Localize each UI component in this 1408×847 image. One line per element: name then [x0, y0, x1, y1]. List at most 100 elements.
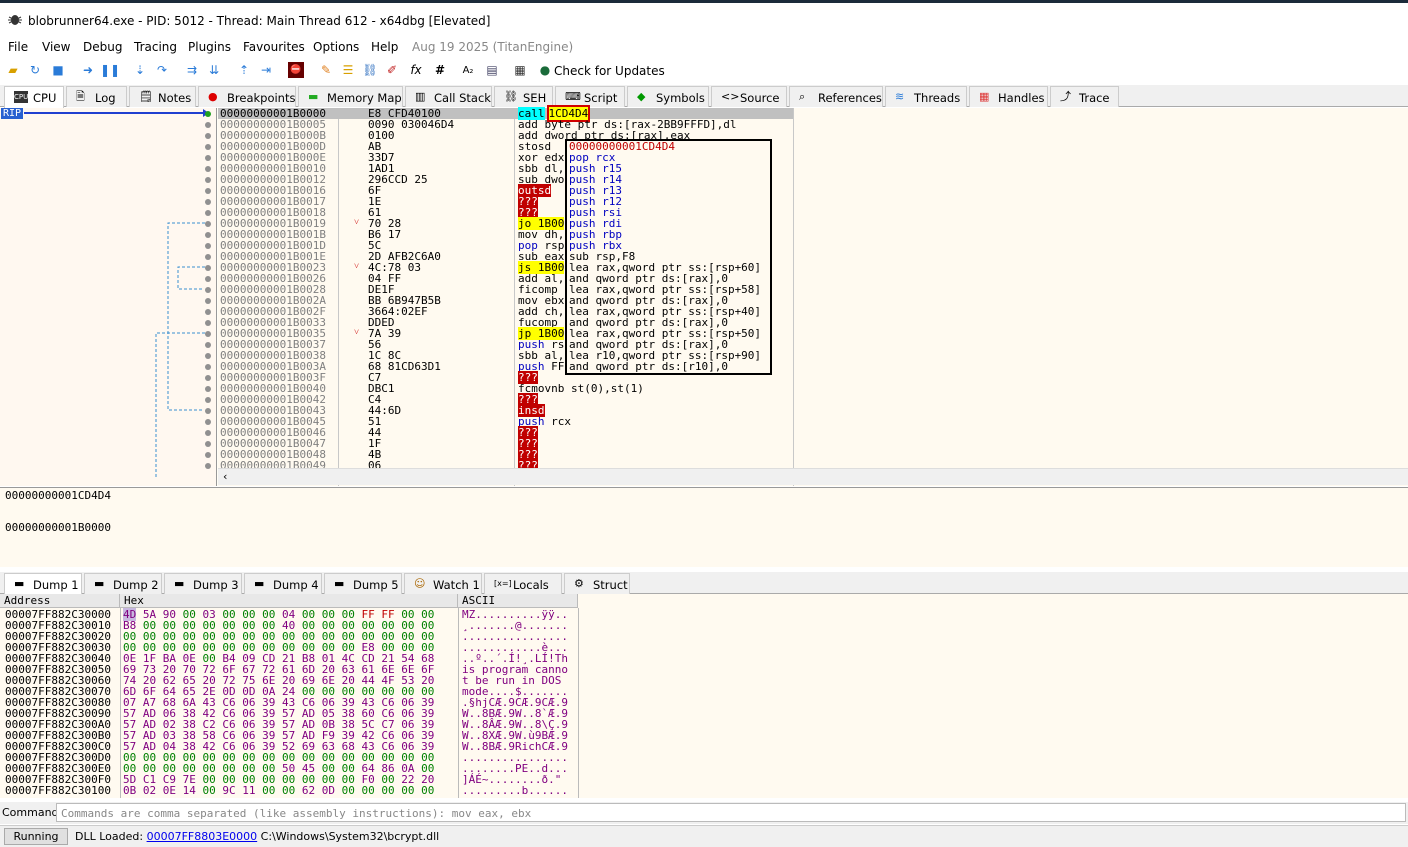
breakpoint-dot[interactable] — [205, 221, 211, 227]
tab-dump-3[interactable]: ▬ Dump 3 — [164, 573, 242, 594]
check-updates-button[interactable]: Check for Updates — [554, 64, 665, 78]
tab-struct[interactable]: ⚙ Struct — [564, 573, 630, 594]
tab-dump-1[interactable]: ▬ Dump 1 — [4, 573, 82, 595]
hide-debugger-icon[interactable]: ⛔ — [288, 62, 304, 78]
breakpoint-dot[interactable] — [205, 276, 211, 282]
breakpoint-dot[interactable] — [205, 419, 211, 425]
step-over-icon[interactable]: ↷ — [154, 62, 170, 78]
tab-source[interactable]: <> Source — [711, 86, 787, 107]
breakpoint-dot[interactable] — [205, 243, 211, 249]
breakpoint-dot[interactable] — [205, 331, 211, 337]
breakpoint-dot[interactable] — [205, 177, 211, 183]
tab-locals[interactable]: [x=] Locals — [484, 573, 562, 594]
status-bar: Running DLL Loaded: 00007FF8803E0000 C:\… — [0, 825, 1408, 847]
breakpoint-dot[interactable] — [205, 188, 211, 194]
menu-tracing[interactable]: Tracing — [134, 40, 177, 54]
tab-log[interactable]: 🗎 Log — [66, 86, 127, 107]
dll-address-link[interactable]: 00007FF8803E0000 — [147, 830, 258, 843]
menu-help[interactable]: Help — [371, 40, 398, 54]
menu-view[interactable]: View — [42, 40, 70, 54]
breakpoint-dot[interactable] — [205, 199, 211, 205]
execute-till-return-icon[interactable]: ⇡ — [236, 62, 252, 78]
menu-options[interactable]: Options — [313, 40, 359, 54]
run-to-user-code-icon[interactable]: ⇥ — [258, 62, 274, 78]
command-label: Command: — [2, 806, 63, 819]
tab-dump-5[interactable]: ▬ Dump 5 — [324, 573, 402, 594]
breakpoint-dot[interactable] — [205, 166, 211, 172]
restart-icon[interactable]: ↻ — [27, 62, 43, 78]
run-icon[interactable]: ➜ — [80, 62, 96, 78]
breakpoint-dot[interactable] — [205, 133, 211, 139]
breakpoint-dot[interactable] — [205, 320, 211, 326]
labels-icon[interactable]: ⛓ — [362, 62, 378, 78]
menu-debug[interactable]: Debug — [83, 40, 122, 54]
jump-marker-icon: ˅ — [354, 218, 360, 228]
command-input[interactable]: Commands are comma separated (like assem… — [56, 803, 1406, 822]
breakpoint-dot[interactable] — [205, 265, 211, 271]
breakpoint-dot[interactable] — [205, 342, 211, 348]
breakpoint-dot[interactable] — [205, 375, 211, 381]
tab-cpu[interactable]: CPU CPU — [4, 86, 64, 108]
breakpoint-dot[interactable] — [205, 397, 211, 403]
breakpoint-dot[interactable] — [205, 309, 211, 315]
tab-script[interactable]: ⌨ Script — [555, 86, 625, 107]
menu-file[interactable]: File — [8, 40, 28, 54]
tab-references[interactable]: ⌕ References — [789, 86, 883, 107]
breakpoint-dot[interactable] — [205, 287, 211, 293]
col-hex[interactable]: Hex — [120, 594, 458, 608]
breakpoint-dot[interactable] — [205, 386, 211, 392]
breakpoint-dot[interactable] — [205, 298, 211, 304]
pause-icon[interactable]: ❚❚ — [100, 62, 120, 78]
breakpoint-dot[interactable] — [205, 111, 211, 117]
open-icon[interactable]: ▰ — [5, 62, 21, 78]
breakpoint-dot[interactable] — [205, 353, 211, 359]
tab-seh[interactable]: ⛓ SEH — [494, 86, 553, 107]
step-into-icon[interactable]: ⇣ — [132, 62, 148, 78]
trace-into-icon[interactable]: ⇉ — [184, 62, 200, 78]
breakpoint-dot[interactable] — [205, 441, 211, 447]
calculator-icon[interactable]: ▦ — [512, 62, 528, 78]
tab-watch-1[interactable]: ☺ Watch 1 — [404, 573, 482, 594]
menu-bar: File View Debug Tracing Plugins Favourit… — [0, 37, 1408, 57]
tab-symbols[interactable]: ◆ Symbols — [627, 86, 709, 107]
breakpoint-dot[interactable] — [205, 210, 211, 216]
font-size-icon[interactable]: A₂ — [460, 62, 476, 78]
tab-dump-2[interactable]: ▬ Dump 2 — [84, 573, 162, 594]
breakpoint-dot[interactable] — [205, 463, 211, 469]
tab-breakpoints[interactable]: ● Breakpoints — [198, 86, 296, 107]
col-address[interactable]: Address — [0, 594, 120, 608]
breakpoint-dot[interactable] — [205, 408, 211, 414]
col-ascii[interactable]: ASCII — [458, 594, 578, 608]
comments-icon[interactable]: ☰ — [340, 62, 356, 78]
bookmarks-icon[interactable]: ✐ — [384, 62, 400, 78]
breakpoint-dot[interactable] — [205, 232, 211, 238]
globe-icon[interactable]: ● — [537, 62, 553, 78]
title-bar: blobrunner64.exe - PID: 5012 - Thread: M… — [0, 0, 1408, 36]
tab-threads[interactable]: ≋ Threads — [885, 86, 967, 107]
breakpoint-dot[interactable] — [205, 155, 211, 161]
tab-call-stack[interactable]: ▥ Call Stack — [405, 86, 492, 107]
menu-favourites[interactable]: Favourites — [243, 40, 305, 54]
tab-memory-map[interactable]: ▬ Memory Map — [298, 86, 403, 107]
functions-icon[interactable]: fx — [408, 62, 424, 78]
breakpoint-dot[interactable] — [205, 144, 211, 150]
stop-icon[interactable]: ■ — [50, 62, 66, 78]
dump-pane[interactable]: Address Hex ASCII 00007FF882C30000 4D 5A … — [0, 594, 1408, 798]
breakpoint-dot[interactable] — [205, 254, 211, 260]
disassembly-view[interactable]: 00000000001B0000 E8 CFD40100 call 1CD4D4 000… — [218, 105, 1408, 486]
hash-icon[interactable]: # — [432, 62, 448, 78]
scroll-left-icon[interactable]: ‹ — [222, 470, 229, 483]
breakpoint-dot[interactable] — [205, 452, 211, 458]
tab-notes[interactable]: 🗒 Notes — [129, 86, 196, 107]
breakpoint-dot[interactable] — [205, 122, 211, 128]
breakpoint-dot[interactable] — [205, 364, 211, 370]
breakpoint-dot[interactable] — [205, 430, 211, 436]
trace-over-icon[interactable]: ⇊ — [206, 62, 222, 78]
patch-icon[interactable]: ✎ — [318, 62, 334, 78]
menu-plugins[interactable]: Plugins — [188, 40, 231, 54]
tab-dump-4[interactable]: ▬ Dump 4 — [244, 573, 322, 594]
disasm-horizontal-scrollbar[interactable]: ‹ — [218, 468, 1408, 485]
tab-trace[interactable]: ⤴ Trace — [1050, 86, 1119, 107]
preferences-icon[interactable]: ▤ — [484, 62, 500, 78]
tab-handles[interactable]: ▦ Handles — [969, 86, 1048, 107]
